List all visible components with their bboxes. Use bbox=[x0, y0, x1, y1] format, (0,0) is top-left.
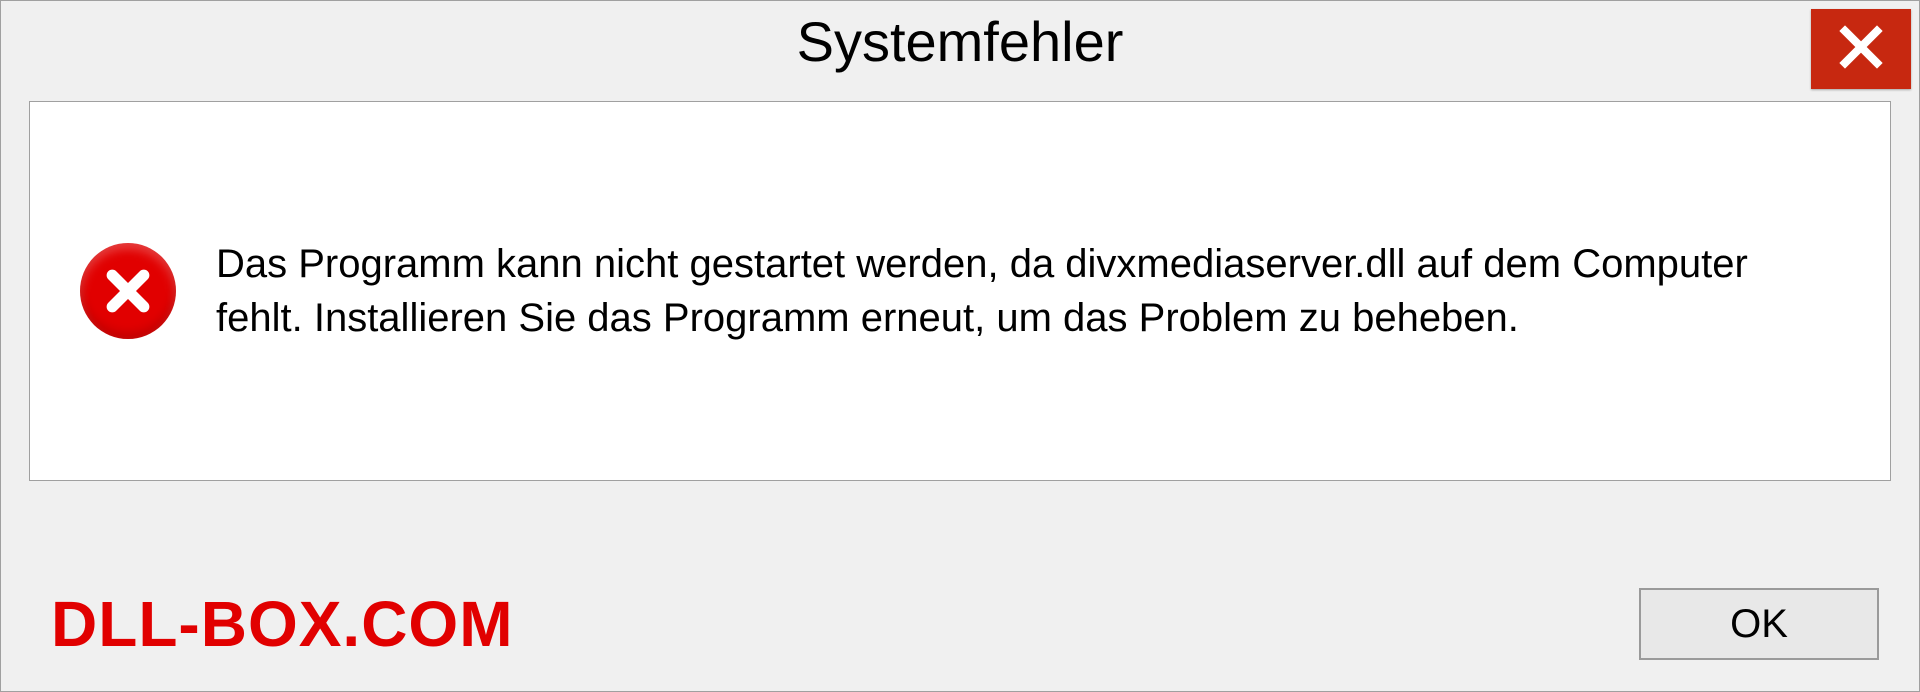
branding-text: DLL-BOX.COM bbox=[51, 587, 514, 661]
error-dialog: Systemfehler Das Programm kann nicht ges… bbox=[0, 0, 1920, 692]
bottom-bar: DLL-BOX.COM OK bbox=[1, 557, 1919, 691]
ok-button[interactable]: OK bbox=[1639, 588, 1879, 660]
error-icon bbox=[80, 243, 176, 339]
close-icon bbox=[1837, 23, 1885, 76]
titlebar: Systemfehler bbox=[1, 1, 1919, 91]
close-button[interactable] bbox=[1811, 9, 1911, 89]
ok-button-label: OK bbox=[1730, 602, 1788, 647]
content-area: Das Programm kann nicht gestartet werden… bbox=[29, 101, 1891, 481]
dialog-title: Systemfehler bbox=[797, 9, 1124, 74]
error-message: Das Programm kann nicht gestartet werden… bbox=[216, 237, 1816, 345]
